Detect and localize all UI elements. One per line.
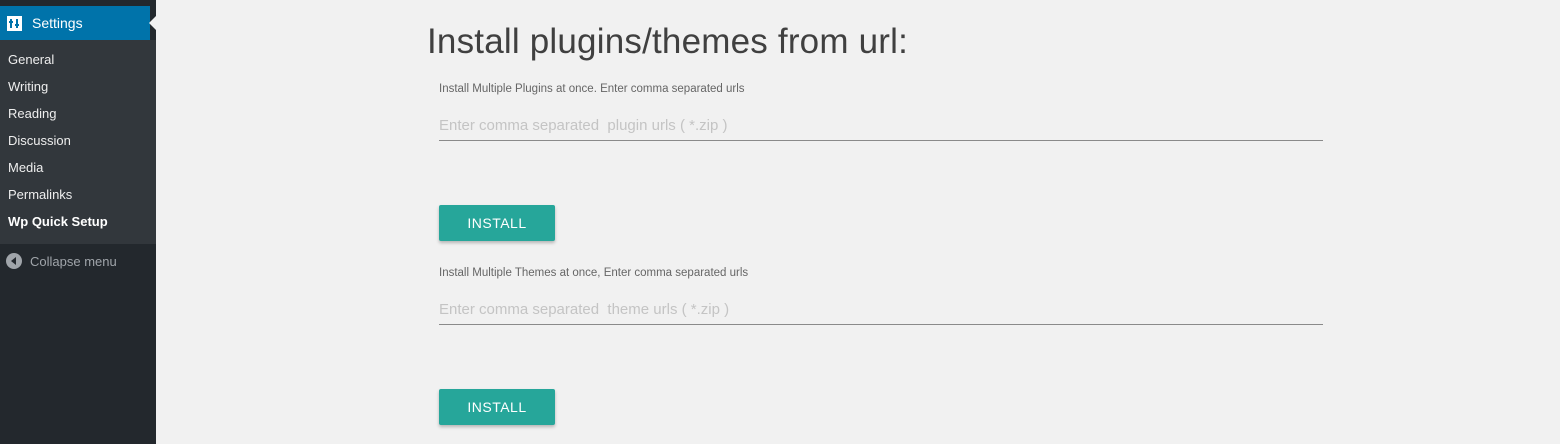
plugin-urls-input[interactable] [439, 110, 1323, 141]
sidebar-menu-settings-label: Settings [32, 15, 83, 31]
theme-urls-input[interactable] [439, 294, 1323, 325]
install-themes-button[interactable]: INSTALL [439, 389, 555, 425]
admin-sidebar: Settings General Writing Reading Discuss… [0, 0, 157, 444]
sidebar-item-discussion[interactable]: Discussion [8, 133, 71, 149]
themes-field-label: Install Multiple Themes at once, Enter c… [439, 267, 749, 279]
sidebar-item-general[interactable]: General [8, 52, 54, 68]
settings-icon [7, 15, 22, 31]
sidebar-item-writing[interactable]: Writing [8, 79, 48, 95]
page-title: Install plugins/themes from url: [427, 22, 909, 61]
collapse-menu-button[interactable]: Collapse menu [0, 250, 156, 272]
plugins-field-label: Install Multiple Plugins at once. Enter … [439, 83, 745, 95]
collapse-menu-label: Collapse menu [30, 253, 117, 269]
sidebar-item-wp-quick-setup[interactable]: Wp Quick Setup [8, 214, 108, 230]
settings-submenu: General Writing Reading Discussion Media… [0, 40, 156, 244]
collapse-arrow-icon [6, 253, 22, 269]
sidebar-item-permalinks[interactable]: Permalinks [8, 187, 72, 203]
install-plugins-button[interactable]: INSTALL [439, 205, 555, 241]
sidebar-item-reading[interactable]: Reading [8, 106, 56, 122]
main-content: Install plugins/themes from url: Install… [156, 0, 1560, 444]
sidebar-menu-settings[interactable]: Settings [0, 6, 157, 40]
sidebar-item-media[interactable]: Media [8, 160, 43, 176]
